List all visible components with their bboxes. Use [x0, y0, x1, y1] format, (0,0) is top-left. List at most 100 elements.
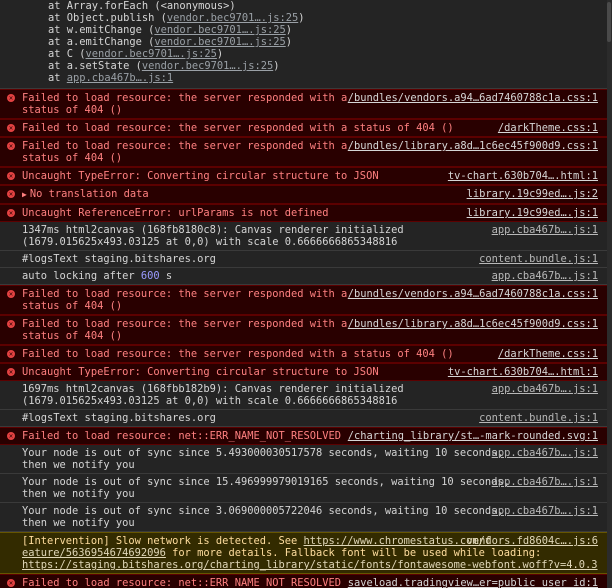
number-value: 600 — [140, 270, 160, 282]
source-link[interactable]: vendors.fd8604c….js:6 — [467, 535, 598, 547]
source-link[interactable]: saveload.tradingview…er=public_user_id:1 — [348, 577, 598, 588]
message-text: #logsText staging.bitshares.org — [22, 412, 216, 424]
font-url-link[interactable]: https://staging.bitshares.org/charting_l… — [22, 559, 598, 571]
console-error-row: ✕ Failed to load resource: the server res… — [0, 315, 612, 345]
stack-frame-link[interactable]: vendor.bec9701….js:25 — [167, 12, 298, 24]
source-link[interactable]: /bundles/vendors.a94…6ad7460788c1a.css:1 — [348, 92, 598, 104]
source-link[interactable]: tv-chart.630b704….html:1 — [448, 170, 598, 182]
stack-frame-text: at Array.forEach (<anonymous>) — [48, 0, 236, 12]
stack-frame-link[interactable]: vendor.bec9701….js:25 — [154, 24, 285, 36]
source-link[interactable]: library.19c99ed….js:2 — [467, 188, 598, 200]
console-log-row: #logsText staging.bitshares.org content.b… — [0, 251, 612, 268]
console-error-row: ✕ Failed to load resource: the server res… — [0, 345, 612, 363]
stack-frame-text: at — [48, 72, 67, 84]
stack-frame-suffix: ) — [216, 48, 224, 60]
source-link[interactable]: content.bundle.js:1 — [479, 253, 598, 265]
expand-triangle-icon[interactable]: ▶ — [22, 190, 27, 199]
message-text: Uncaught TypeError: Converting circular … — [22, 366, 379, 378]
message-text: Your node is out of sync since 3.0690000… — [22, 505, 504, 529]
error-icon: ✕ — [7, 320, 15, 328]
message-text: Failed to load resource: the server resp… — [22, 122, 454, 134]
source-link[interactable]: /bundles/library.a8d…1c6ec45f900d9.css:1 — [348, 318, 598, 330]
stack-frame-text: at C ( — [48, 48, 86, 60]
stack-frame-link[interactable]: vendor.bec9701….js:25 — [86, 48, 217, 60]
console-log-row: Your node is out of sync since 3.0690000… — [0, 503, 612, 532]
console-messages: ✕ Failed to load resource: the server res… — [0, 89, 612, 588]
stack-frame-link[interactable]: vendor.bec9701….js:25 — [154, 36, 285, 48]
error-icon: ✕ — [7, 290, 15, 298]
scrollbar-thumb[interactable] — [607, 2, 611, 42]
error-icon: ✕ — [7, 172, 15, 180]
stack-frame-link[interactable]: app.cba467b….js:1 — [67, 72, 173, 84]
message-text: 1697ms html2canvas (168fbb182b9): Canvas… — [22, 383, 404, 407]
console-log-row: Your node is out of sync since 15.496999… — [0, 474, 612, 503]
source-link[interactable]: app.cba467b….js:1 — [492, 505, 598, 517]
console-error-row: ✕ Failed to load resource: net::ERR_NAME_… — [0, 574, 612, 588]
source-link[interactable]: app.cba467b….js:1 — [492, 447, 598, 459]
stack-frame: at Object.publish (vendor.bec9701….js:25… — [0, 12, 612, 24]
stack-frame: at Array.forEach (<anonymous>) — [0, 0, 612, 12]
source-link[interactable]: library.19c99ed….js:1 — [467, 207, 598, 219]
error-icon: ✕ — [7, 94, 15, 102]
source-link[interactable]: /darkTheme.css:1 — [498, 348, 598, 360]
source-link[interactable]: app.cba467b….js:1 — [492, 476, 598, 488]
message-text: Failed to load resource: the server resp… — [22, 140, 348, 164]
stack-frame-link[interactable]: vendor.bec9701….js:25 — [142, 60, 273, 72]
console-error-row: ✕ Uncaught ReferenceError: urlParams is n… — [0, 204, 612, 222]
message-suffix: s — [159, 270, 173, 282]
error-icon: ✕ — [7, 190, 15, 198]
message-text: Your node is out of sync since 5.4930000… — [22, 447, 504, 471]
source-link[interactable]: /darkTheme.css:1 — [498, 122, 598, 134]
error-icon: ✕ — [7, 368, 15, 376]
source-link[interactable]: app.cba467b….js:1 — [492, 270, 598, 282]
message-text: No translation data — [29, 188, 149, 200]
stack-frame-suffix: ) — [285, 24, 292, 36]
stack-frame-text: at Object.publish ( — [48, 12, 167, 24]
console-error-row: ✕ Failed to load resource: net::ERR_NAME_… — [0, 427, 612, 445]
stack-trace: at Array.forEach (<anonymous>) at Object.… — [0, 0, 612, 89]
message-text: Failed to load resource: the server resp… — [22, 318, 348, 342]
message-text: [Intervention] Slow network is detected.… — [22, 535, 304, 547]
source-link[interactable]: app.cba467b….js:1 — [492, 224, 598, 236]
stack-frame-text: at w.emitChange ( — [48, 24, 155, 36]
console-error-row: ✕ Failed to load resource: the server res… — [0, 137, 612, 167]
console-log-row: #logsText staging.bitshares.org content.b… — [0, 410, 612, 427]
devtools-console: at Array.forEach (<anonymous>) at Object.… — [0, 0, 612, 588]
message-text: auto locking after — [22, 270, 141, 282]
message-text: Failed to load resource: the server resp… — [22, 288, 348, 312]
stack-frame-suffix: ) — [285, 36, 292, 48]
message-text: Failed to load resource: the server resp… — [22, 348, 454, 360]
message-text: Failed to load resource: net::ERR_NAME_N… — [22, 430, 342, 442]
console-error-row: ✕ Failed to load resource: the server res… — [0, 89, 612, 119]
source-link[interactable]: /bundles/library.a8d…1c6ec45f900d9.css:1 — [348, 140, 598, 152]
stack-frame: at app.cba467b….js:1 — [0, 72, 612, 84]
console-warning-row: [Intervention] Slow network is detected.… — [0, 532, 612, 574]
message-text: Failed to load resource: the server resp… — [22, 92, 348, 116]
source-link[interactable]: app.cba467b….js:1 — [492, 383, 598, 395]
console-error-row: ✕ Uncaught TypeError: Converting circular… — [0, 167, 612, 185]
message-text: Failed to load resource: net::ERR_NAME_N… — [22, 577, 342, 588]
console-error-row: ✕ Uncaught TypeError: Converting circular… — [0, 363, 612, 381]
console-error-row: ✕ Failed to load resource: the server res… — [0, 285, 612, 315]
error-icon: ✕ — [7, 579, 15, 587]
message-text: Your node is out of sync since 15.496999… — [22, 476, 510, 500]
source-link[interactable]: tv-chart.630b704….html:1 — [448, 366, 598, 378]
console-log-row: auto locking after 600 s app.cba467b….js:… — [0, 268, 612, 285]
error-icon: ✕ — [7, 124, 15, 132]
stack-frame-suffix: ) — [298, 12, 305, 24]
source-link[interactable]: /bundles/vendors.a94…6ad7460788c1a.css:1 — [348, 288, 598, 300]
stack-frame-text: at a.emitChange ( — [48, 36, 155, 48]
error-icon: ✕ — [7, 432, 15, 440]
stack-frame: at a.emitChange (vendor.bec9701….js:25) — [0, 36, 612, 48]
source-link[interactable]: /charting_library/st…-mark-rounded.svg:1 — [348, 430, 598, 442]
stack-frame: at a.setState (vendor.bec9701….js:25) — [0, 60, 612, 72]
message-text: Uncaught TypeError: Converting circular … — [22, 170, 379, 182]
stack-frame-suffix: ) — [273, 60, 280, 72]
console-log-row: Your node is out of sync since 5.4930000… — [0, 445, 612, 474]
source-link[interactable]: content.bundle.js:1 — [479, 412, 598, 424]
console-log-row: 1697ms html2canvas (168fbb182b9): Canvas… — [0, 381, 612, 410]
stack-frame-text: at a.setState ( — [48, 60, 142, 72]
message-text: #logsText staging.bitshares.org — [22, 253, 216, 265]
error-icon: ✕ — [7, 142, 15, 150]
scrollbar[interactable] — [607, 0, 612, 588]
